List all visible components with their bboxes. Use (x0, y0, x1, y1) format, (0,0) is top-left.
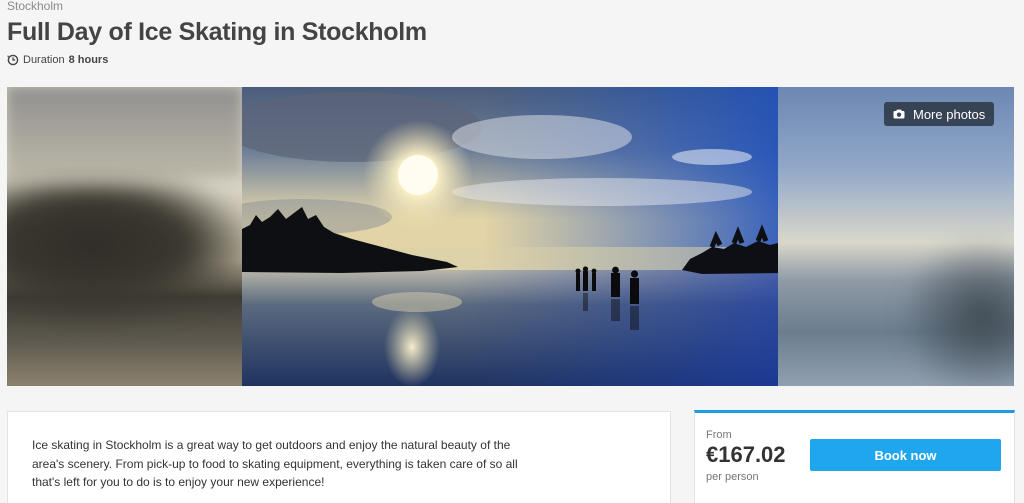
duration-label: Duration (23, 54, 65, 66)
page-title: Full Day of Ice Skating in Stockholm (7, 18, 427, 46)
photo-gallery[interactable]: More photos (7, 87, 1014, 386)
more-photos-label: More photos (913, 106, 986, 122)
price-value: €167.02 (706, 442, 786, 467)
price-from-label: From (706, 429, 732, 441)
more-photos-button[interactable]: More photos (884, 102, 995, 126)
ice-skating-photo (242, 87, 778, 386)
book-now-button[interactable]: Book now (810, 439, 1001, 471)
clock-icon (7, 54, 19, 66)
price-unit-label: per person (706, 471, 759, 483)
description-card: Ice skating in Stockholm is a great way … (7, 411, 671, 503)
duration-info: Duration 8 hours (7, 54, 108, 66)
breadcrumb[interactable]: Stockholm (7, 0, 63, 12)
duration-value: 8 hours (68, 54, 109, 66)
description-text: Ice skating in Stockholm is a great way … (32, 438, 518, 489)
main-photo[interactable] (242, 87, 778, 386)
camera-icon (893, 109, 905, 119)
activity-page: Stockholm Full Day of Ice Skating in Sto… (0, 0, 1024, 503)
booking-card: From €167.02 per person Book now (694, 410, 1015, 503)
gallery-next-photo[interactable] (778, 87, 1014, 386)
gallery-prev-photo[interactable] (7, 87, 247, 386)
